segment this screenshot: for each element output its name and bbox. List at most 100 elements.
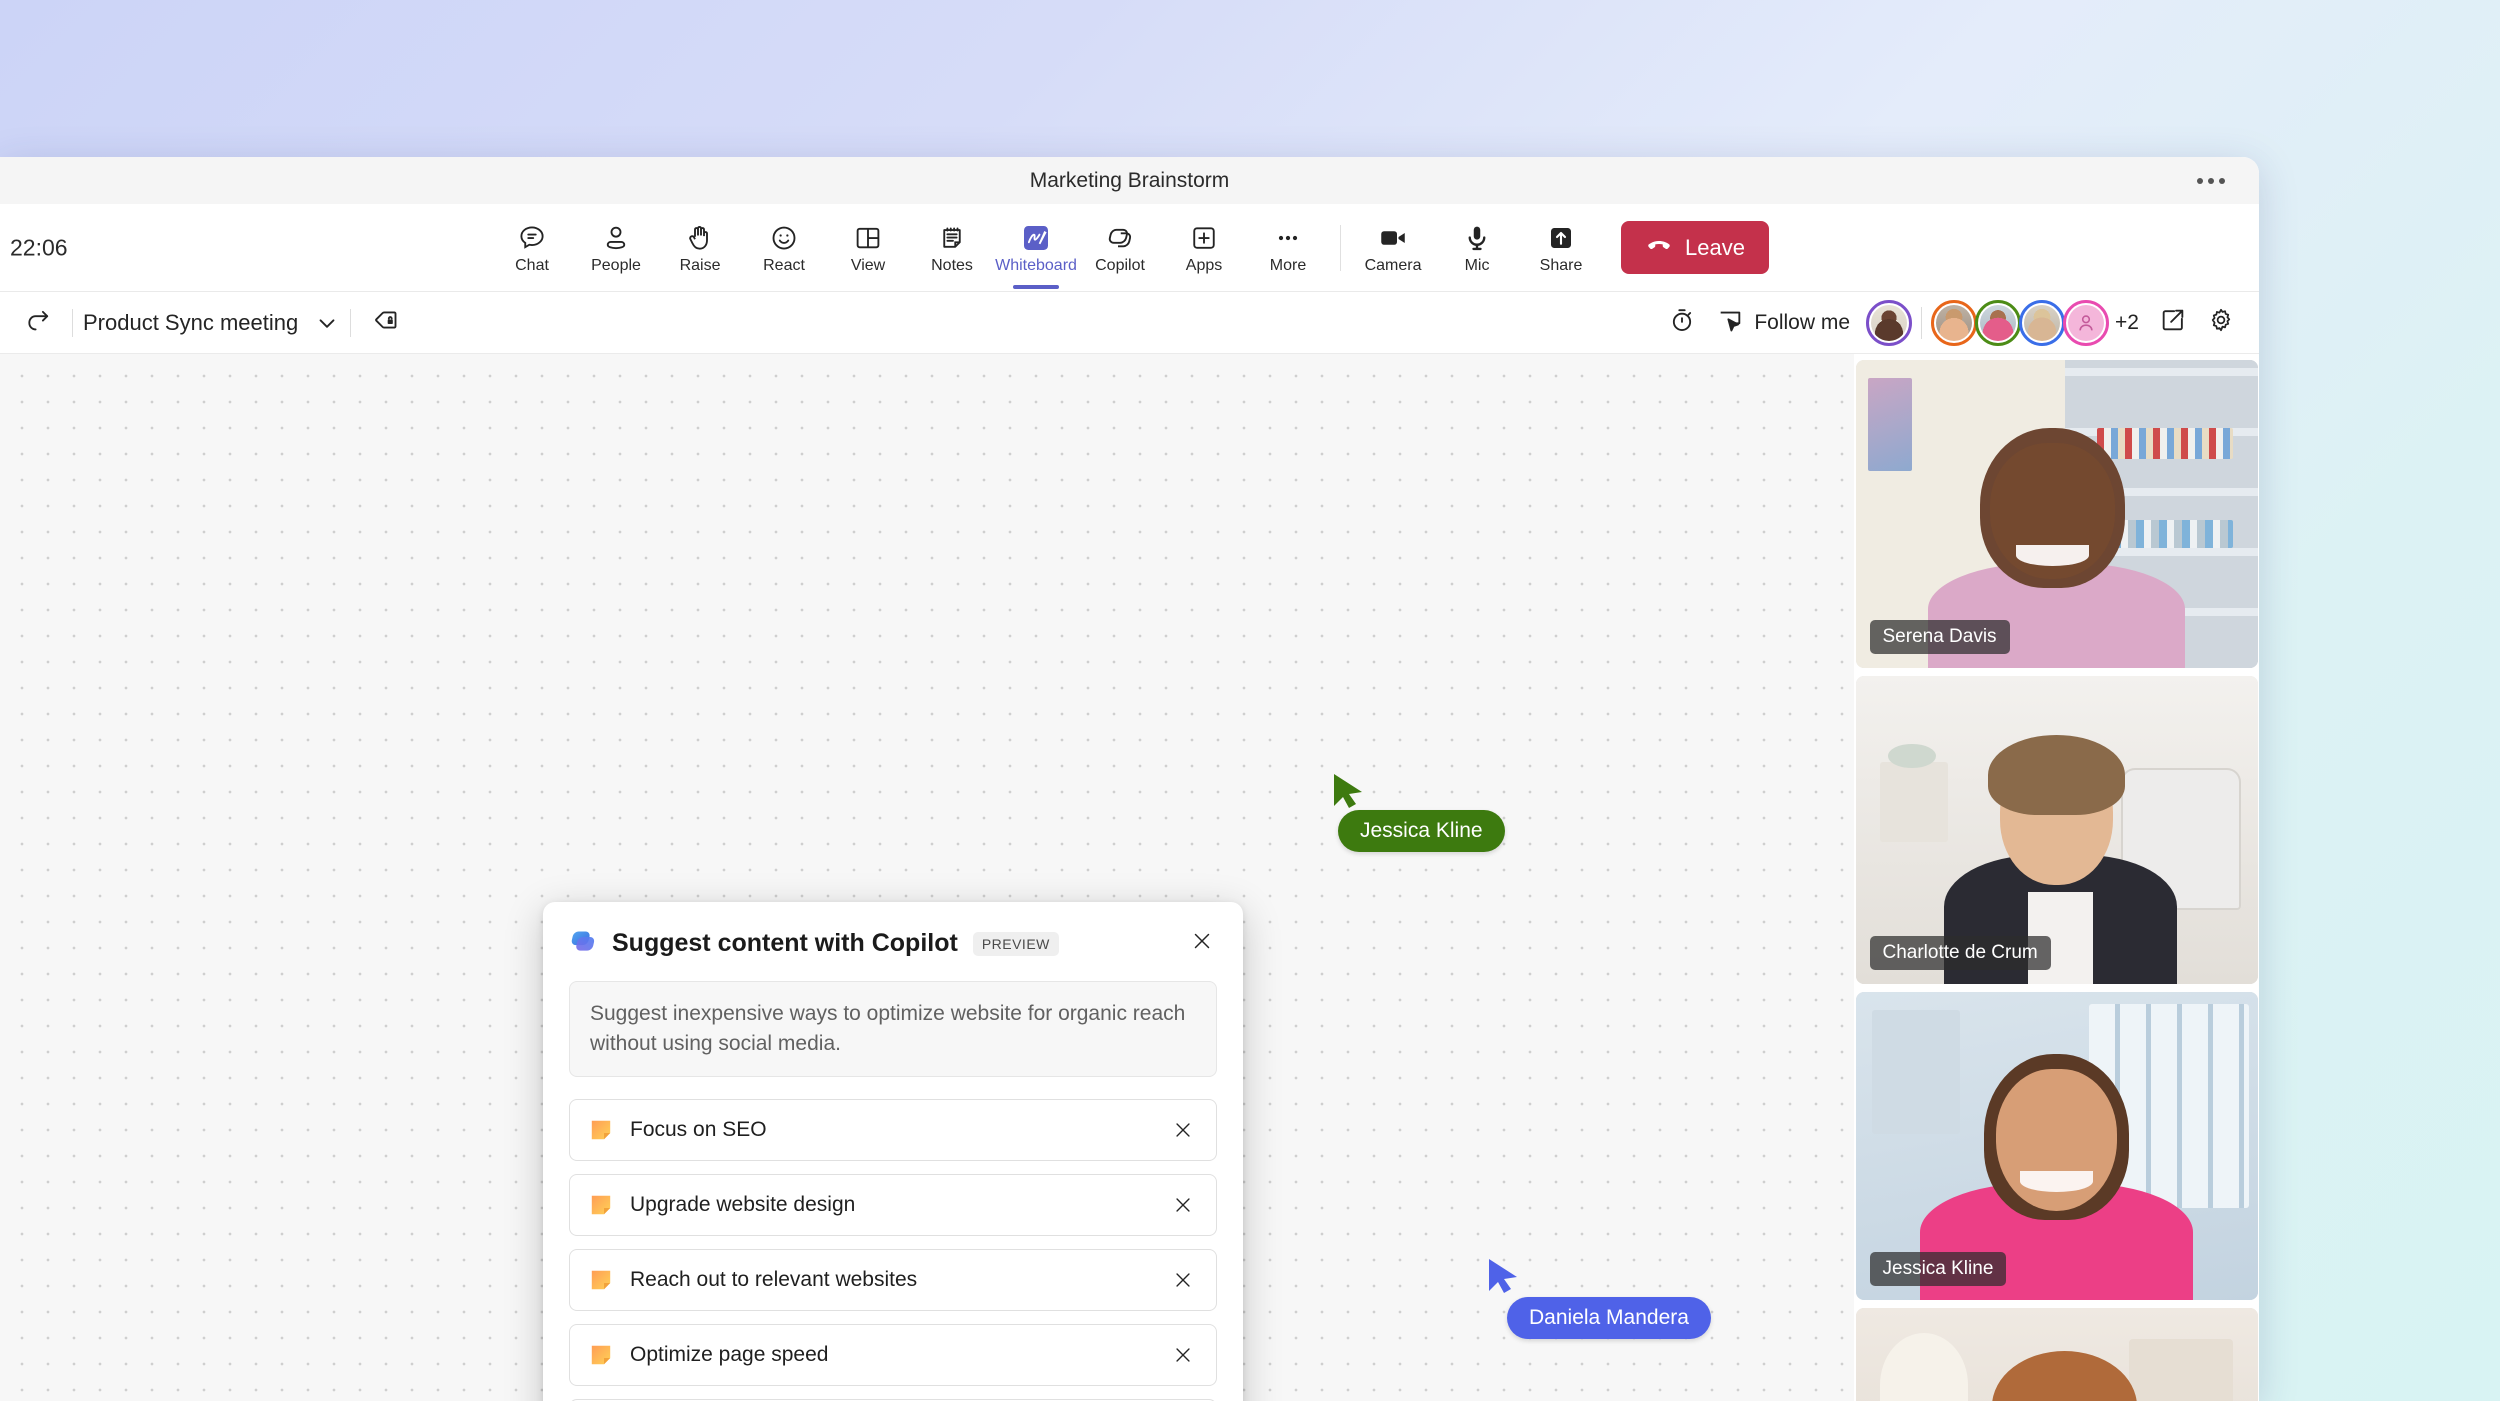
- toolbar-button-apps[interactable]: Apps: [1162, 218, 1246, 277]
- leave-button[interactable]: Leave: [1621, 221, 1769, 274]
- window-more-options-button[interactable]: [2187, 170, 2235, 192]
- avatar-participant-2[interactable]: [1975, 299, 2022, 346]
- redo-icon: [25, 307, 51, 338]
- board-title-dropdown[interactable]: [314, 310, 340, 336]
- whiteboard-toolbar-right: Follow me +2: [1658, 292, 2245, 353]
- follow-cursor-icon: [1716, 306, 1744, 339]
- avatar-participant-1[interactable]: [1931, 299, 1978, 346]
- board-settings-button[interactable]: [2197, 301, 2245, 345]
- active-tab-indicator: [1013, 285, 1060, 289]
- participant-name-label: Serena Davis: [1869, 620, 2010, 654]
- toolbar-button-copilot[interactable]: Copilot: [1078, 218, 1162, 277]
- avatar-participant-4[interactable]: [2063, 299, 2110, 346]
- sticky-note-icon: [588, 1192, 614, 1218]
- avatar: [1936, 304, 1973, 341]
- cursor-arrow-icon: [1334, 774, 1362, 808]
- participant-name-label: Jessica Kline: [1869, 1252, 2007, 1286]
- toolbar-label-mic: Mic: [1464, 257, 1490, 274]
- suggestion-remove-button[interactable]: [1164, 1336, 1202, 1374]
- toolbar-divider: [350, 308, 352, 337]
- toolbar-label-more: More: [1269, 257, 1307, 274]
- copilot-dialog-title: Suggest content with Copilot: [612, 929, 958, 957]
- suggestion-row[interactable]: Reach out to relevant websites: [569, 1248, 1217, 1311]
- toolbar-label-view: View: [850, 257, 886, 274]
- camera-icon: [1378, 222, 1408, 254]
- suggestion-row[interactable]: Optimize page speed: [569, 1323, 1217, 1386]
- suggestion-text: Focus on SEO: [630, 1117, 767, 1141]
- copilot-dialog-header: Suggest content with Copilot PREVIEW: [569, 926, 1217, 961]
- video-tile[interactable]: Serena Davis: [1855, 360, 2258, 668]
- toolbar-button-chat[interactable]: Chat: [490, 218, 574, 277]
- timer-button[interactable]: [1658, 301, 1706, 345]
- toolbar-label-raise: Raise: [679, 257, 721, 274]
- suggestion-remove-button[interactable]: [1164, 1261, 1202, 1299]
- avatar-self[interactable]: [1866, 299, 1913, 346]
- toolbar-label-apps: Apps: [1185, 257, 1223, 274]
- close-icon: [1176, 1272, 1190, 1287]
- remote-cursor-label: Jessica Kline: [1338, 810, 1505, 852]
- board-lock-button[interactable]: [361, 301, 409, 345]
- suggestion-remove-button[interactable]: [1164, 1111, 1202, 1149]
- avatar-participant-3[interactable]: [2019, 299, 2066, 346]
- suggestion-text: Upgrade website design: [630, 1192, 856, 1216]
- meeting-toolbar-center: Chat People Raise React View Notes White…: [490, 218, 1769, 289]
- chevron-down-icon: [319, 318, 335, 328]
- toolbar-label-copilot: Copilot: [1095, 257, 1145, 274]
- suggestion-remove-button[interactable]: [1164, 1186, 1202, 1224]
- video-tile[interactable]: Jessica Kline: [1855, 992, 2258, 1300]
- avatar: [1980, 304, 2017, 341]
- ellipsis-dot-icon: [2219, 177, 2225, 184]
- toolbar-label-chat: Chat: [515, 257, 549, 274]
- toolbar-button-react[interactable]: React: [742, 218, 826, 277]
- suggestion-row[interactable]: Focus on SEO: [569, 1098, 1217, 1161]
- toolbar-label-share: Share: [1539, 257, 1583, 274]
- toolbar-label-camera: Camera: [1364, 257, 1422, 274]
- hangup-icon: [1645, 231, 1673, 265]
- whiteboard-toolbar: Product Sync meeting Follow me +2: [0, 292, 2259, 354]
- cursor-arrow-icon: [1489, 1259, 1517, 1293]
- board-title[interactable]: Product Sync meeting: [83, 310, 298, 336]
- toolbar-button-raise[interactable]: Raise: [658, 218, 742, 277]
- toolbar-button-people[interactable]: People: [574, 218, 658, 277]
- participant-name-label: Charlotte de Crum: [1869, 936, 2051, 970]
- sticky-note-icon: [588, 1267, 614, 1293]
- more-icon: [1273, 222, 1303, 254]
- toolbar-label-notes: Notes: [931, 257, 973, 274]
- teams-meeting-window: Marketing Brainstorm 22:06 Chat People R…: [0, 157, 2259, 1401]
- copilot-icon: [1105, 222, 1135, 254]
- toolbar-button-view[interactable]: View: [826, 218, 910, 277]
- toolbar-button-camera[interactable]: Camera: [1351, 218, 1435, 277]
- toolbar-button-notes[interactable]: Notes: [910, 218, 994, 277]
- whiteboard-icon: [1021, 222, 1051, 254]
- mic-icon: [1462, 222, 1492, 254]
- copilot-prompt-text[interactable]: Suggest inexpensive ways to optimize web…: [569, 981, 1217, 1077]
- toolbar-button-mic[interactable]: Mic: [1435, 218, 1519, 277]
- participant-video-rail: Serena Davis Charlotte de Crum Jessica K…: [1854, 354, 2259, 1401]
- video-tile[interactable]: Charlotte de Crum: [1855, 676, 2258, 984]
- window-titlebar: Marketing Brainstorm: [0, 157, 2259, 204]
- sticky-note-icon: [588, 1342, 614, 1368]
- close-icon: [1194, 933, 1210, 949]
- whiteboard-canvas[interactable]: Jessica Kline Daniela Mandera Serena Dav…: [0, 354, 2259, 1401]
- ellipsis-dot-icon: [2197, 177, 2203, 184]
- share-board-button[interactable]: [2149, 301, 2197, 345]
- suggestion-row[interactable]: Upgrade website design: [569, 1173, 1217, 1236]
- video-tile[interactable]: [1855, 1308, 2258, 1401]
- ellipsis-dot-icon: [2208, 177, 2214, 184]
- participant-overflow-count[interactable]: +2: [2115, 311, 2139, 335]
- copilot-suggest-content-dialog: Suggest content with Copilot PREVIEW Sug…: [543, 902, 1243, 1401]
- toolbar-button-share[interactable]: Share: [1519, 218, 1603, 277]
- redo-button[interactable]: [14, 301, 62, 345]
- toolbar-button-more[interactable]: More: [1246, 218, 1330, 277]
- sticky-note-icon: [588, 1117, 614, 1143]
- person-placeholder-icon: [2068, 304, 2105, 341]
- view-icon: [853, 222, 883, 254]
- follow-me-button[interactable]: Follow me: [1706, 300, 1860, 345]
- avatar-divider: [1921, 306, 1923, 339]
- close-icon: [1176, 1197, 1190, 1212]
- avatar: [1871, 304, 1908, 341]
- toolbar-button-whiteboard[interactable]: Whiteboard: [994, 218, 1078, 289]
- suggestion-text: Reach out to relevant websites: [630, 1267, 918, 1291]
- copilot-logo-icon: [569, 926, 599, 961]
- copilot-dialog-close-button[interactable]: [1183, 922, 1221, 960]
